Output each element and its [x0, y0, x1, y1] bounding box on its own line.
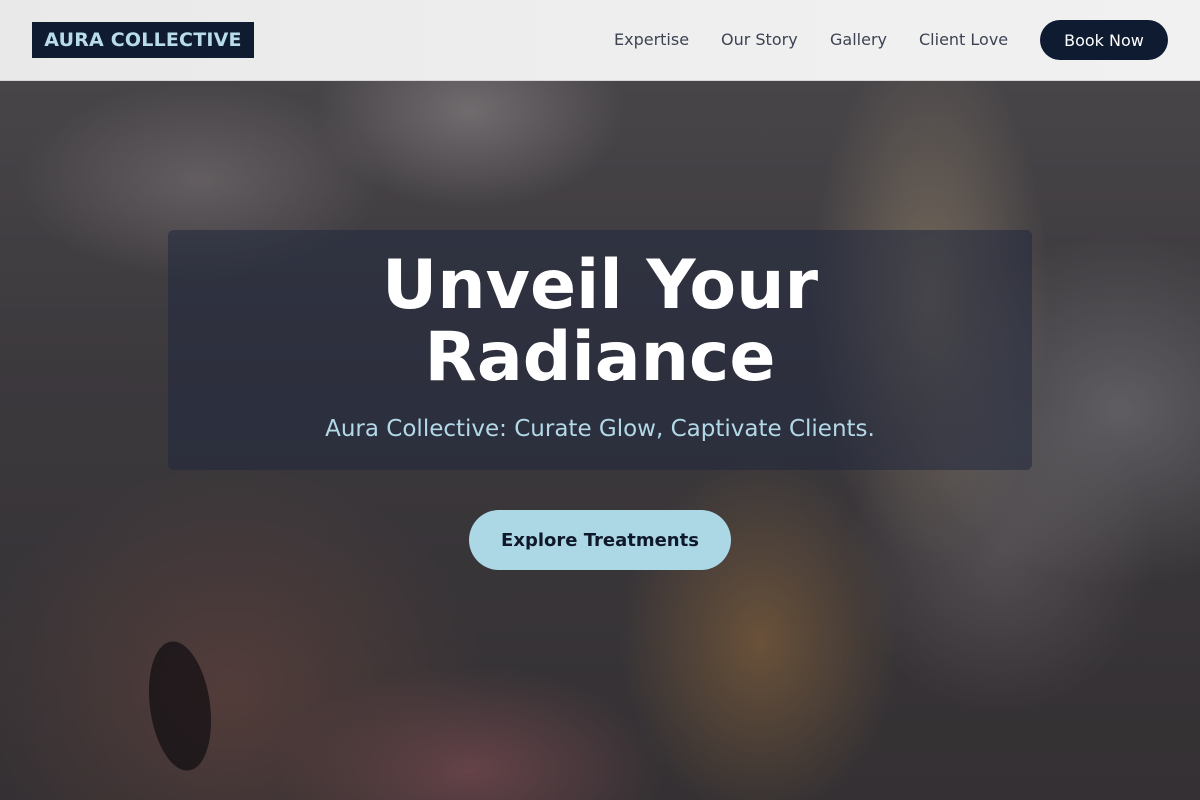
brand-logo[interactable]: AURA COLLECTIVE: [32, 22, 254, 58]
hero-title: Unveil Your Radiance: [0, 250, 1200, 394]
nav-link-gallery[interactable]: Gallery: [830, 28, 887, 52]
nav-link-expertise[interactable]: Expertise: [614, 28, 689, 52]
explore-treatments-button[interactable]: Explore Treatments: [469, 510, 731, 570]
book-now-button[interactable]: Book Now: [1040, 20, 1168, 60]
hero-title-line-1: Unveil Your: [381, 246, 819, 325]
hero-title-line-2: Radiance: [424, 318, 776, 397]
hero-subtitle: Aura Collective: Curate Glow, Captivate …: [325, 416, 875, 442]
nav-link-client-love[interactable]: Client Love: [919, 28, 1008, 52]
site-header: AURA COLLECTIVE Expertise Our Story Gall…: [0, 0, 1200, 81]
nav-link-our-story[interactable]: Our Story: [721, 28, 798, 52]
